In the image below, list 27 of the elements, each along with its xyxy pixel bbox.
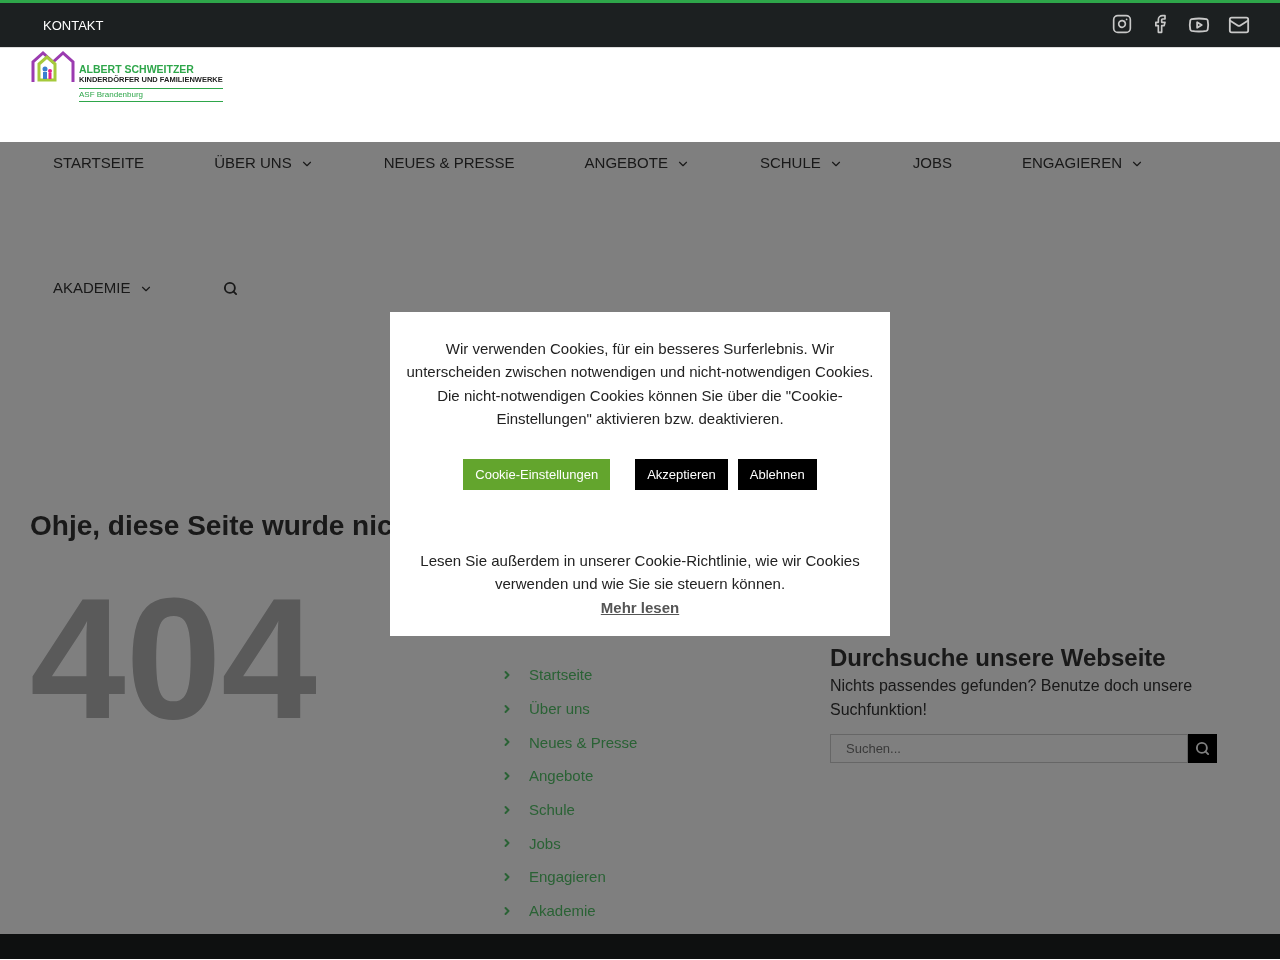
cookie-text: Wir verwenden Cookies, für ein besseres Surferlebnis. Wir unterscheiden zwischen notwendigen und nicht-notwendigen Cookies. Die nicht-notwendigen Cookies können Sie über die "Cookie-Einstellungen" aktivieren bzw. deaktivieren. (406, 339, 874, 429)
nav-item[interactable]: JOBS (912, 142, 952, 267)
nav-item[interactable]: AKADEMIE (53, 267, 153, 392)
nav-item[interactable]: STARTSEITE (53, 142, 145, 267)
nav-item[interactable]: ANGEBOTE (584, 142, 690, 267)
page-heading: Ohje, diese Seite wurde nic (30, 510, 393, 542)
read-more-link[interactable]: Mehr lesen (600, 595, 680, 620)
cookie-button[interactable]: Cookie-Einstellungen (463, 459, 611, 491)
nav-item[interactable]: SCHULE (759, 142, 843, 267)
search-title: Durchsuche unsere Webseite (830, 644, 1167, 672)
search-icon[interactable] (222, 281, 238, 296)
search-button[interactable] (1188, 734, 1217, 763)
nav-item[interactable]: ENGAGIEREN (1021, 142, 1144, 267)
cookie-button[interactable]: Akzeptieren (635, 459, 728, 491)
search-icon (1195, 741, 1210, 756)
mail-icon[interactable] (1228, 14, 1250, 36)
nav-item[interactable]: ÜBER UNS (214, 142, 314, 267)
policy-text: Lesen Sie außerdem in unserer Cookie-Richtlinie, wie wir Cookies verwenden und wie Sie sie steuern können. (419, 551, 861, 595)
instagram-icon[interactable] (1112, 14, 1132, 34)
logo-title: ALBERT SCHWEITZER (79, 64, 195, 75)
nav-item[interactable]: NEUES & PRESSE (383, 142, 515, 267)
house-logo-icon (31, 50, 75, 84)
cookie-button[interactable]: Ablehnen (737, 459, 817, 491)
search-field[interactable]: Suchen... (830, 734, 1188, 763)
contact-link[interactable]: KONTAKT (43, 17, 104, 33)
search-text: Nichts passendes gefunden? Benutze doch unsere Suchfunktion! (830, 676, 1194, 720)
logo-region: ASF Brandenburg (79, 88, 223, 102)
